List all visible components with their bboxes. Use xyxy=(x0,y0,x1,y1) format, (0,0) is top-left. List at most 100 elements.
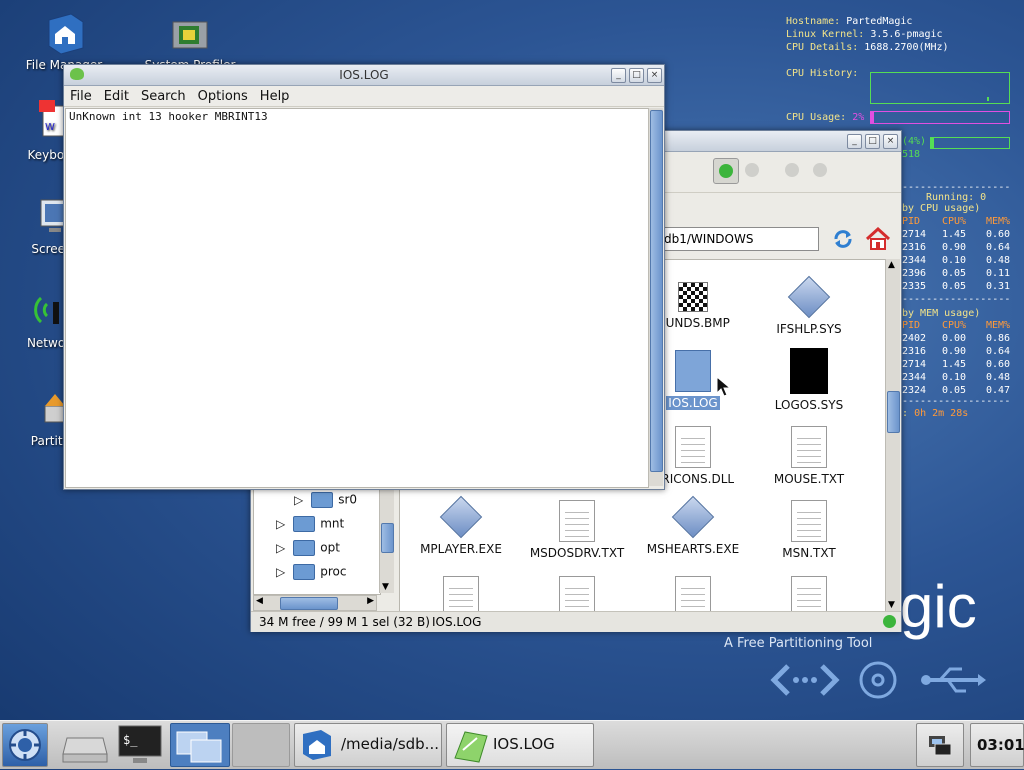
tree-scrollbar[interactable]: ▼ xyxy=(379,487,394,593)
executable-icon xyxy=(671,495,715,539)
refresh-icon[interactable] xyxy=(831,227,855,254)
menu-search[interactable]: Search xyxy=(135,86,192,104)
document-icon xyxy=(791,426,827,468)
uptime-value: 0h 2m 28s xyxy=(914,408,969,419)
mem-cell: 0.31 xyxy=(986,281,1011,292)
cpu-cell: 1.45 xyxy=(942,359,967,370)
svg-text:W: W xyxy=(45,122,55,133)
tree-item-mnt[interactable]: ▷ mnt xyxy=(276,516,344,536)
file-item-partial[interactable] xyxy=(635,576,751,612)
expander-icon[interactable]: ▷ xyxy=(276,541,285,555)
tree-horizontal-scrollbar[interactable]: ◀ ▶ xyxy=(253,595,377,611)
desktop-icon-system-profiler[interactable]: System Profiler xyxy=(142,10,238,72)
scrollbar-thumb[interactable] xyxy=(650,110,663,472)
green-status-button[interactable] xyxy=(713,158,739,184)
task-label: IOS.LOG xyxy=(493,735,555,753)
expander-icon[interactable]: ▷ xyxy=(276,565,285,579)
file-item-mshearts-exe[interactable]: MSHEARTS.EXE xyxy=(635,495,751,556)
folder-icon xyxy=(311,492,334,508)
text-editor-window[interactable]: IOS.LOG _ □ × File Edit Search Options Help … xyxy=(63,64,665,490)
clock[interactable]: 03:01 xyxy=(970,723,1024,767)
menu-help[interactable]: Help xyxy=(254,86,296,104)
cpu-cell: 0.10 xyxy=(942,372,967,383)
toolbar-button[interactable] xyxy=(745,163,759,177)
tree-item-sr0[interactable]: ▷ sr0 xyxy=(294,492,357,512)
network-tray-button[interactable] xyxy=(916,723,964,767)
scroll-left-icon[interactable]: ◀ xyxy=(256,596,263,606)
editor-titlebar[interactable]: IOS.LOG _ □ × xyxy=(64,65,664,86)
cpu-cell: 0.00 xyxy=(942,333,967,344)
drive-launcher-button[interactable] xyxy=(58,723,112,767)
status-bar: 34 M free / 99 M 1 sel (32 B) IOS.LOG xyxy=(251,611,901,632)
directory-tree[interactable]: ▷ sr0 ▷ mnt ▷ opt ▷ proc xyxy=(253,487,381,595)
network-tray-icon xyxy=(929,736,952,756)
maximize-button[interactable]: □ xyxy=(865,134,880,149)
text-editor-icon xyxy=(454,731,488,763)
tree-item-label: opt xyxy=(320,540,340,555)
brand-tagline: A Free Partitioning Tool xyxy=(724,636,873,651)
file-item-logos-sys[interactable]: LOGOS.SYS xyxy=(751,348,867,412)
expander-icon[interactable]: ▷ xyxy=(294,493,303,507)
start-menu-button[interactable] xyxy=(2,723,48,767)
file-item-partial[interactable] xyxy=(403,576,519,612)
menu-options[interactable]: Options xyxy=(192,86,254,104)
toolbar-button[interactable] xyxy=(785,163,799,177)
hostname-value: PartedMagic xyxy=(846,16,913,27)
file-item-msdosdrv-txt[interactable]: MSDOSDRV.TXT xyxy=(519,500,635,560)
scroll-right-icon[interactable]: ▶ xyxy=(367,596,374,606)
mem-usage-bar xyxy=(930,137,1010,149)
file-label: MPLAYER.EXE xyxy=(420,542,502,556)
process-row: 2316 0.90 0.64 xyxy=(902,242,1012,255)
menu-file[interactable]: File xyxy=(64,86,98,104)
file-label: OUNDS.BMP xyxy=(656,316,730,330)
cpu-usage-label: CPU Usage: xyxy=(786,112,847,123)
close-button[interactable]: × xyxy=(883,134,898,149)
minimize-button[interactable]: _ xyxy=(847,134,862,149)
file-item-ifshlp-sys[interactable]: IFSHLP.SYS xyxy=(751,275,867,336)
task-file-manager[interactable]: /media/sdb... xyxy=(294,723,442,767)
folder-icon xyxy=(293,540,316,556)
pid-header: PID xyxy=(902,216,921,227)
scroll-up-icon[interactable]: ▲ xyxy=(888,260,895,270)
cpu-cell: 1.45 xyxy=(942,229,967,240)
scrollbar-thumb[interactable] xyxy=(280,597,338,610)
task-text-editor[interactable]: IOS.LOG xyxy=(446,723,594,767)
location-input[interactable]: db1/WINDOWS xyxy=(661,227,819,251)
file-item-mouse-txt[interactable]: MOUSE.TXT xyxy=(751,426,867,486)
mem-cell: 0.64 xyxy=(986,242,1011,253)
minimize-button[interactable]: _ xyxy=(611,68,626,83)
scroll-down-icon[interactable]: ▼ xyxy=(888,600,895,610)
desktop-icon-file-manager[interactable]: File Manager xyxy=(16,10,112,72)
scroll-down-icon[interactable]: ▼ xyxy=(382,582,389,592)
icon-view-scrollbar[interactable]: ▲ ▼ xyxy=(885,259,900,611)
file-item-partial[interactable] xyxy=(751,576,867,612)
editor-scrollbar[interactable] xyxy=(648,108,663,486)
close-button[interactable]: × xyxy=(647,68,662,83)
scrollbar-thumb[interactable] xyxy=(887,391,900,433)
terminal-launcher-button[interactable]: $_ xyxy=(114,723,166,767)
menu-edit[interactable]: Edit xyxy=(98,86,135,104)
file-item-msn-txt[interactable]: MSN.TXT xyxy=(751,500,867,560)
desktop-pager-empty[interactable] xyxy=(232,723,290,767)
desktop-pager-button[interactable] xyxy=(170,723,230,767)
toolbar-button[interactable] xyxy=(813,163,827,177)
maximize-button[interactable]: □ xyxy=(629,68,644,83)
tree-item-proc[interactable]: ▷ proc xyxy=(276,564,346,584)
tree-item-opt[interactable]: ▷ opt xyxy=(276,540,340,560)
home-icon[interactable] xyxy=(865,226,891,254)
file-label: MSDOSDRV.TXT xyxy=(529,546,625,560)
file-label: MSN.TXT xyxy=(782,546,836,560)
mem-cell: 0.47 xyxy=(986,385,1011,396)
cpu-history-label: CPU History: xyxy=(786,68,859,79)
process-row: 2402 0.00 0.86 xyxy=(902,333,1012,346)
file-item-partial[interactable] xyxy=(519,576,635,612)
cpu-header: CPU% xyxy=(942,320,967,331)
expander-icon[interactable]: ▷ xyxy=(276,517,285,531)
cpu-cell: 0.05 xyxy=(942,268,967,279)
process-row: 2344 0.10 0.48 xyxy=(902,255,1012,268)
text-area[interactable]: UnKnown int 13 hooker MBRINT13 xyxy=(65,108,649,488)
file-item-mplayer-exe[interactable]: MPLAYER.EXE xyxy=(403,495,519,556)
executable-icon xyxy=(439,495,483,539)
scrollbar-thumb[interactable] xyxy=(381,523,394,553)
separator: ------------------ xyxy=(902,396,1011,407)
